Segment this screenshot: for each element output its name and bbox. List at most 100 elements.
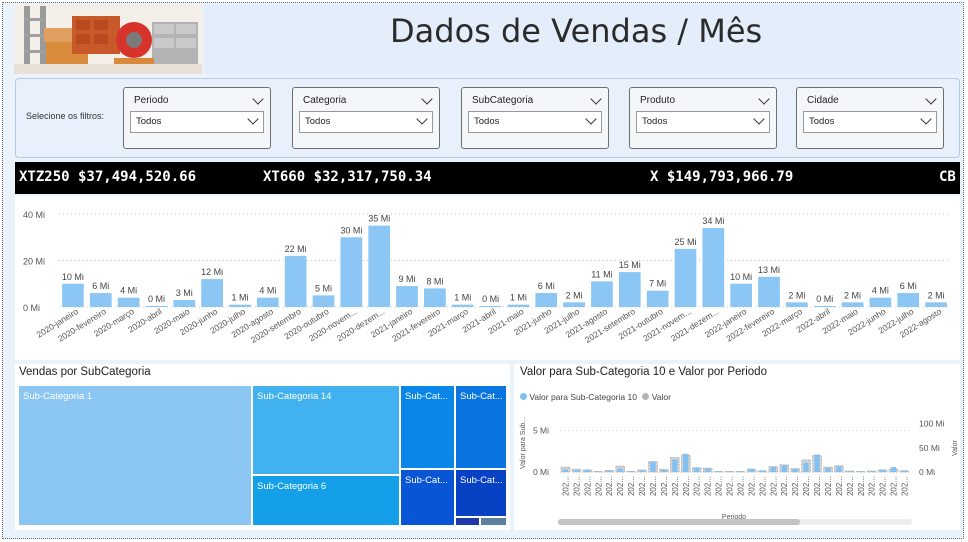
x-tick-label: 202... xyxy=(715,476,724,496)
subcategoria-10-bar xyxy=(770,467,776,472)
chevron-down-icon[interactable] xyxy=(753,113,765,125)
treemap-tile[interactable]: Sub-Cat... xyxy=(455,469,507,517)
x-tick-label: 202... xyxy=(736,476,745,496)
data-label: 0 Mi xyxy=(482,294,499,304)
x-tick-label: 202... xyxy=(561,476,570,496)
slicer-dropdown[interactable]: Todos xyxy=(636,111,770,133)
chevron-down-icon[interactable] xyxy=(585,113,597,125)
data-label: 2 Mi xyxy=(928,290,945,300)
combo-chart-panel: Valor para Sub-Categoria 10 e Valor por … xyxy=(514,364,960,530)
x-tick-label: 202... xyxy=(660,476,669,496)
x-tick-label: 202... xyxy=(780,476,789,496)
x-tick-label: 202... xyxy=(671,476,680,496)
chevron-down-icon[interactable] xyxy=(252,93,264,105)
scrollbar-thumb[interactable] xyxy=(558,519,800,525)
horizontal-scrollbar[interactable] xyxy=(558,519,912,525)
subcategoria-10-bar xyxy=(694,467,700,472)
x-tick-label: 202... xyxy=(769,476,778,496)
x-tick-label: 202... xyxy=(758,476,767,496)
chevron-down-icon[interactable] xyxy=(925,93,937,105)
subcategoria-10-bar xyxy=(880,469,886,472)
treemap-tile[interactable]: Sub-Cat... xyxy=(400,385,455,469)
data-label: 9 Mi xyxy=(399,274,416,284)
x-tick-label: 202... xyxy=(868,476,877,496)
right-tick-label: 0 Mi xyxy=(919,467,935,477)
x-tick-label: 202... xyxy=(594,476,603,496)
slicer-dropdown[interactable]: Todos xyxy=(468,111,602,133)
subcategoria-10-bar xyxy=(858,471,864,472)
left-tick-label: 5 Mi xyxy=(533,426,549,436)
construction-materials-illustration xyxy=(14,4,202,74)
slicer-value: Todos xyxy=(474,116,500,127)
x-tick-label: 202... xyxy=(824,476,833,496)
slicer-title: Cidade xyxy=(807,95,839,106)
subcategoria-10-bar xyxy=(825,467,831,472)
slicer-title: Periodo xyxy=(134,95,169,106)
treemap-tile[interactable]: Sub-Cat... xyxy=(400,469,455,526)
subcategoria-10-bar xyxy=(890,467,897,472)
treemap-tile[interactable]: Sub-Categoria 1 xyxy=(18,385,252,526)
data-label: 12 Mi xyxy=(201,267,223,277)
subcategoria-10-bar xyxy=(901,470,908,472)
bar xyxy=(201,279,223,307)
subcategoria-10-bar xyxy=(606,470,612,472)
slicer-dropdown[interactable]: Todos xyxy=(299,111,433,133)
data-label: 10 Mi xyxy=(62,272,84,282)
product-sales-ticker: XTZ250 $37,494,520.66 XT660 $32,317,750.… xyxy=(15,162,960,194)
data-label: 8 Mi xyxy=(426,276,443,286)
y-tick-label: 40 Mi xyxy=(23,210,45,220)
chevron-down-icon[interactable] xyxy=(920,113,932,125)
data-label: 3 Mi xyxy=(176,288,193,298)
subcategoria-10-bar xyxy=(562,469,569,472)
data-label: 2 Mi xyxy=(788,290,805,300)
slicer-dropdown[interactable]: Todos xyxy=(130,111,264,133)
treemap-tile[interactable]: Sub-Cat... xyxy=(455,385,507,469)
treemap-tile[interactable]: Sub-Categoria 6 xyxy=(252,475,400,526)
subcategoria-10-bar xyxy=(726,471,733,472)
slicer-produto[interactable]: Produto Todos xyxy=(629,87,777,149)
x-tick-label: 202... xyxy=(846,476,855,496)
data-label: 35 Mi xyxy=(368,214,390,224)
slicer-categoria[interactable]: Categoria Todos xyxy=(292,87,440,149)
data-label: 6 Mi xyxy=(900,281,917,291)
bar xyxy=(535,293,558,307)
treemap-tile[interactable] xyxy=(480,517,507,526)
ticker-item: CB xyxy=(939,169,956,185)
filter-panel: Selecione os filtros: Periodo Todos Cate… xyxy=(15,78,960,158)
data-label: 2 Mi xyxy=(566,290,583,300)
subcategoria-10-bar xyxy=(869,471,875,472)
subcategoria-10-bar xyxy=(661,469,667,472)
chevron-down-icon[interactable] xyxy=(421,93,433,105)
left-tick-label: 0 Mi xyxy=(533,467,549,477)
chevron-down-icon[interactable] xyxy=(590,93,602,105)
x-tick-label: 202... xyxy=(605,476,614,496)
x-tick-label: 202... xyxy=(813,476,822,496)
data-label: 7 Mi xyxy=(649,279,666,289)
slicer-periodo[interactable]: Periodo Todos xyxy=(123,87,271,149)
subcategoria-10-bar xyxy=(639,470,645,472)
bar xyxy=(173,300,196,307)
data-label: 25 Mi xyxy=(674,237,696,247)
treemap-tile[interactable]: Sub-Categoria 14 xyxy=(252,385,400,475)
slicer-dropdown[interactable]: Todos xyxy=(803,111,937,133)
treemap-title: Vendas por SubCategoria xyxy=(19,366,151,378)
treemap-tile-label: Sub-Cat... xyxy=(460,475,503,486)
chevron-down-icon[interactable] xyxy=(416,113,428,125)
chevron-down-icon[interactable] xyxy=(247,113,259,125)
y-tick-label: 0 Mi xyxy=(23,303,40,313)
x-tick-label: 202... xyxy=(627,476,636,496)
x-tick-label: 202... xyxy=(802,476,811,496)
subcategoria-10-bar xyxy=(814,454,820,472)
bar xyxy=(284,255,307,307)
ticker-item: XTZ250 $37,494,520.66 xyxy=(19,169,197,185)
data-label: 0 Mi xyxy=(148,294,165,304)
slicer-cidade[interactable]: Cidade Todos xyxy=(796,87,944,149)
bar xyxy=(591,281,613,307)
slicer-subcategoria[interactable]: SubCategoria Todos xyxy=(461,87,609,149)
x-tick-label: 202... xyxy=(616,476,625,496)
bar xyxy=(618,272,641,307)
subcategoria-10-bar xyxy=(792,468,798,472)
x-tick-label: 202... xyxy=(747,476,756,496)
treemap-tile[interactable] xyxy=(455,517,480,526)
chevron-down-icon[interactable] xyxy=(758,93,770,105)
